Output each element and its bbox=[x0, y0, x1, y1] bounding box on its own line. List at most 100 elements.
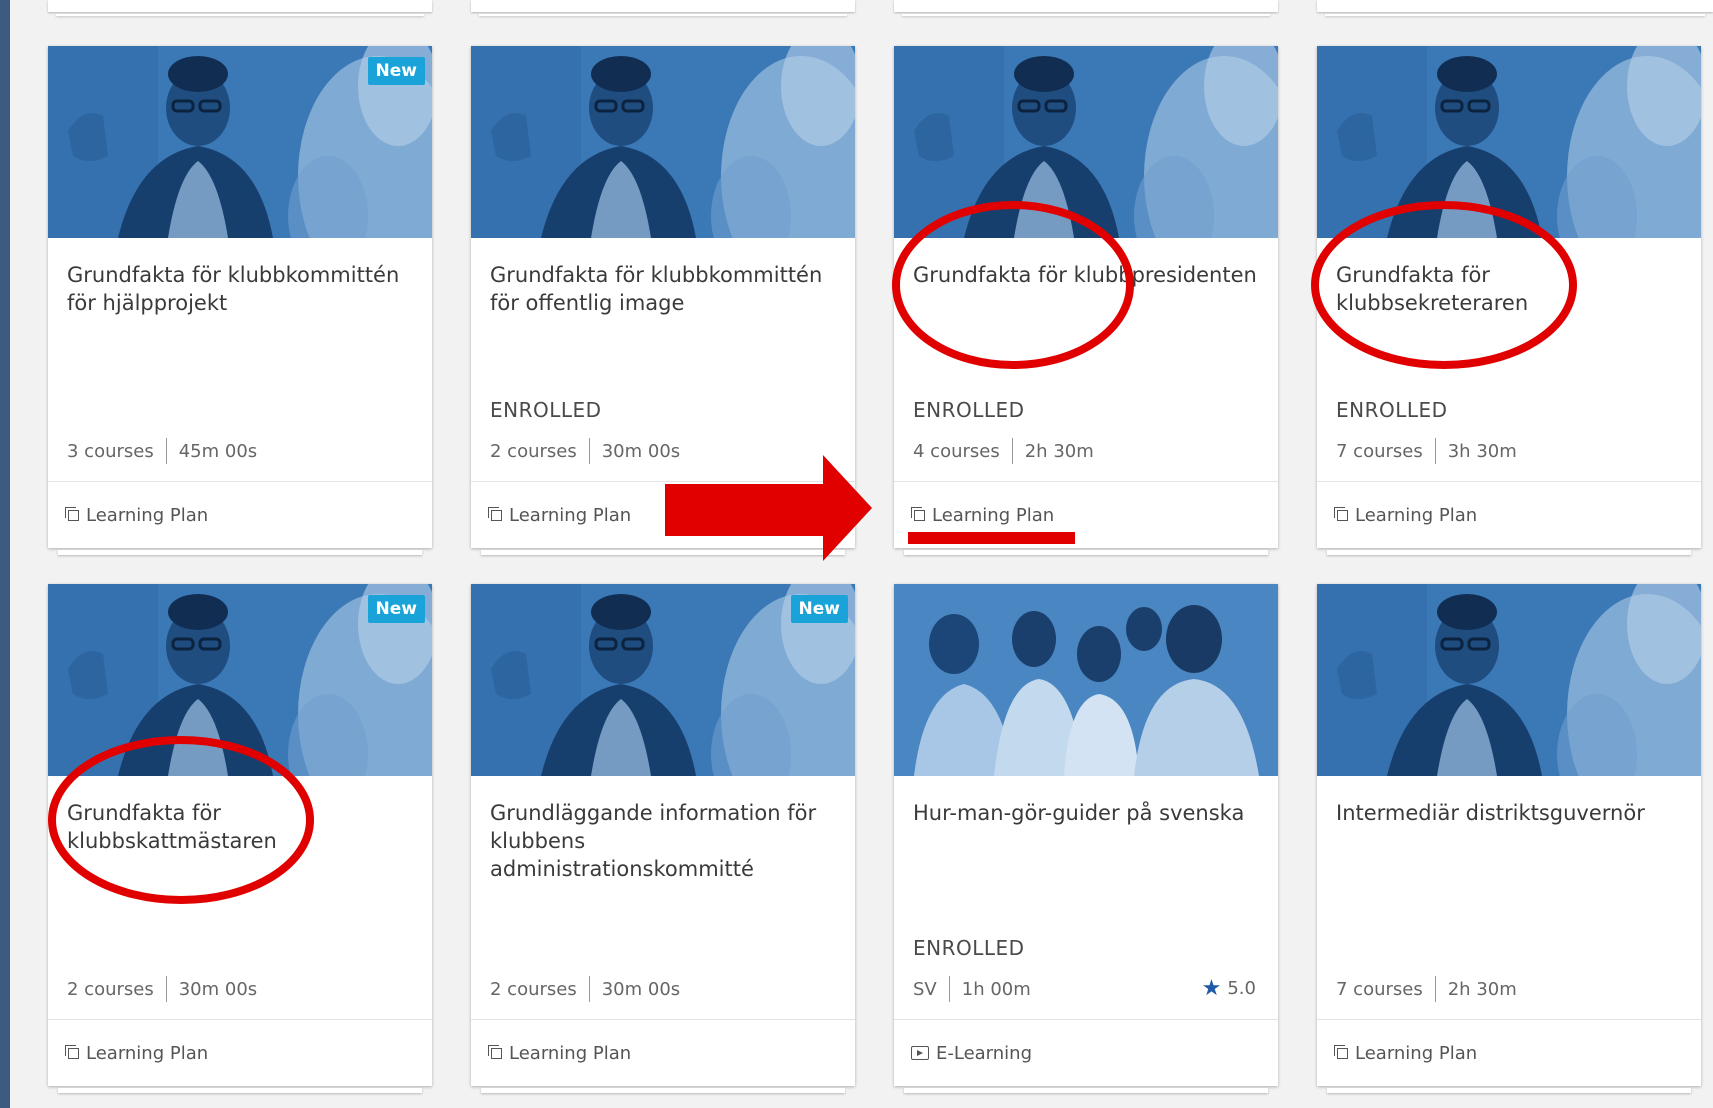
learning-item-card[interactable]: Hur-man-gör-guider på svenska ENROLLED SV 1… bbox=[894, 584, 1278, 1093]
card-footer: Learning Plan bbox=[48, 1019, 432, 1086]
woman-speaking-photo bbox=[894, 46, 1278, 238]
card-type-label: Learning Plan bbox=[932, 504, 1055, 526]
course-count: 2 courses bbox=[490, 978, 577, 1000]
card-meta: 2 courses 30m 00s bbox=[490, 976, 680, 1002]
course-count: 4 courses bbox=[913, 440, 1000, 462]
course-count: 7 courses bbox=[1336, 978, 1423, 1000]
card-title[interactable]: Grundfakta för klubbpresidenten bbox=[913, 261, 1264, 289]
card-thumbnail bbox=[894, 584, 1278, 776]
course-count: 7 courses bbox=[1336, 440, 1423, 462]
card-thumbnail: New bbox=[48, 584, 432, 776]
card-type-label: Learning Plan bbox=[86, 504, 209, 526]
meta-divider bbox=[588, 438, 590, 464]
new-badge: New bbox=[790, 595, 848, 623]
e-learning-icon bbox=[911, 1046, 929, 1060]
course-count: SV bbox=[913, 978, 937, 1000]
card-footer: Learning Plan bbox=[894, 481, 1278, 548]
meta-divider bbox=[1011, 438, 1013, 464]
card-footer: Learning Plan bbox=[1317, 1019, 1701, 1086]
meta-divider bbox=[588, 976, 590, 1002]
course-duration: 30m 00s bbox=[601, 978, 681, 1000]
card-meta: 2 courses 30m 00s bbox=[490, 438, 680, 464]
learning-item-card[interactable]: Grundfakta för klubbkommittén för offent… bbox=[471, 46, 855, 555]
learning-plan-icon bbox=[1334, 507, 1348, 521]
learning-item-card[interactable]: New Grundfakta för klubbkommittén för hjä… bbox=[48, 46, 432, 555]
card-footer: Learning Plan bbox=[471, 481, 855, 548]
learning-item-card[interactable]: New Grundfakta för klubbskattmästaren 2 co… bbox=[48, 584, 432, 1093]
course-duration: 1h 00m bbox=[961, 978, 1031, 1000]
card-thumbnail bbox=[1317, 584, 1701, 776]
course-duration: 30m 00s bbox=[178, 978, 258, 1000]
meta-divider bbox=[1434, 438, 1436, 464]
learning-plan-icon bbox=[65, 1045, 79, 1059]
card-rating: ★ 5.0 bbox=[1202, 976, 1256, 1001]
card-title[interactable]: Grundfakta för klubbsekreteraren bbox=[1336, 261, 1687, 317]
card-thumbnail: New bbox=[471, 584, 855, 776]
card-type-label: E-Learning bbox=[936, 1042, 1033, 1064]
course-count: 2 courses bbox=[490, 440, 577, 462]
woman-speaking-photo bbox=[471, 46, 855, 238]
card-meta: 2 courses 30m 00s bbox=[67, 976, 257, 1002]
card-type-label: Learning Plan bbox=[1355, 504, 1478, 526]
course-duration: 30m 00s bbox=[601, 440, 681, 462]
card-type-label: Learning Plan bbox=[509, 504, 632, 526]
enrollment-status: ENROLLED bbox=[913, 936, 1025, 960]
card-title[interactable]: Hur-man-gör-guider på svenska bbox=[913, 799, 1264, 827]
course-duration: 2h 30m bbox=[1447, 978, 1517, 1000]
enrollment-status: ENROLLED bbox=[490, 398, 602, 422]
card-title[interactable]: Grundfakta för klubbkommittén för hjälpp… bbox=[67, 261, 418, 317]
card-stub bbox=[1317, 0, 1713, 16]
card-title[interactable]: Intermediär distriktsguvernör bbox=[1336, 799, 1687, 827]
star-icon: ★ bbox=[1201, 976, 1222, 1001]
card-thumbnail bbox=[894, 46, 1278, 238]
card-title[interactable]: Grundfakta för klubbkommittén för offent… bbox=[490, 261, 841, 317]
learning-plan-icon bbox=[488, 507, 502, 521]
learning-item-card[interactable]: Grundfakta för klubbpresidenten ENROLLED 4… bbox=[894, 46, 1278, 555]
card-stub bbox=[894, 0, 1278, 16]
card-stub bbox=[471, 0, 855, 16]
learning-plan-icon bbox=[488, 1045, 502, 1059]
card-thumbnail bbox=[471, 46, 855, 238]
woman-speaking-photo bbox=[1317, 584, 1701, 776]
course-count: 3 courses bbox=[67, 440, 154, 462]
new-badge: New bbox=[367, 57, 425, 85]
new-badge: New bbox=[367, 595, 425, 623]
learning-item-card[interactable]: Grundfakta för klubbsekreteraren ENROLLED… bbox=[1317, 46, 1701, 555]
learning-item-card[interactable]: New Grundläggande information för klubben… bbox=[471, 584, 855, 1093]
card-meta: SV 1h 00m bbox=[913, 976, 1031, 1002]
course-duration: 2h 30m bbox=[1024, 440, 1094, 462]
course-duration: 3h 30m bbox=[1447, 440, 1517, 462]
meta-divider bbox=[165, 438, 167, 464]
card-meta: 7 courses 3h 30m bbox=[1336, 438, 1517, 464]
learning-plan-icon bbox=[1334, 1045, 1348, 1059]
learning-plan-icon bbox=[65, 507, 79, 521]
catalog-page: New Grundfakta för klubbkommittén för hjä… bbox=[10, 0, 1713, 1108]
group-of-students-photo bbox=[894, 584, 1278, 776]
meta-divider bbox=[948, 976, 950, 1002]
card-thumbnail: New bbox=[48, 46, 432, 238]
card-stub bbox=[48, 0, 432, 16]
card-type-label: Learning Plan bbox=[1355, 1042, 1478, 1064]
card-type-label: Learning Plan bbox=[86, 1042, 209, 1064]
learning-item-card[interactable]: Intermediär distriktsguvernör 7 courses 2h… bbox=[1317, 584, 1701, 1093]
card-meta: 7 courses 2h 30m bbox=[1336, 976, 1517, 1002]
card-meta: 3 courses 45m 00s bbox=[67, 438, 257, 464]
course-duration: 45m 00s bbox=[178, 440, 258, 462]
card-title[interactable]: Grundläggande information för klubbens a… bbox=[490, 799, 841, 883]
course-count: 2 courses bbox=[67, 978, 154, 1000]
learning-plan-icon bbox=[911, 507, 925, 521]
meta-divider bbox=[1434, 976, 1436, 1002]
card-thumbnail bbox=[1317, 46, 1701, 238]
card-footer: Learning Plan bbox=[1317, 481, 1701, 548]
enrollment-status: ENROLLED bbox=[1336, 398, 1448, 422]
card-footer: E-Learning bbox=[894, 1019, 1278, 1086]
meta-divider bbox=[165, 976, 167, 1002]
rating-value: 5.0 bbox=[1227, 978, 1256, 999]
card-footer: Learning Plan bbox=[48, 481, 432, 548]
card-footer: Learning Plan bbox=[471, 1019, 855, 1086]
card-type-label: Learning Plan bbox=[509, 1042, 632, 1064]
card-title[interactable]: Grundfakta för klubbskattmästaren bbox=[67, 799, 418, 855]
card-meta: 4 courses 2h 30m bbox=[913, 438, 1094, 464]
woman-speaking-photo bbox=[1317, 46, 1701, 238]
enrollment-status: ENROLLED bbox=[913, 398, 1025, 422]
